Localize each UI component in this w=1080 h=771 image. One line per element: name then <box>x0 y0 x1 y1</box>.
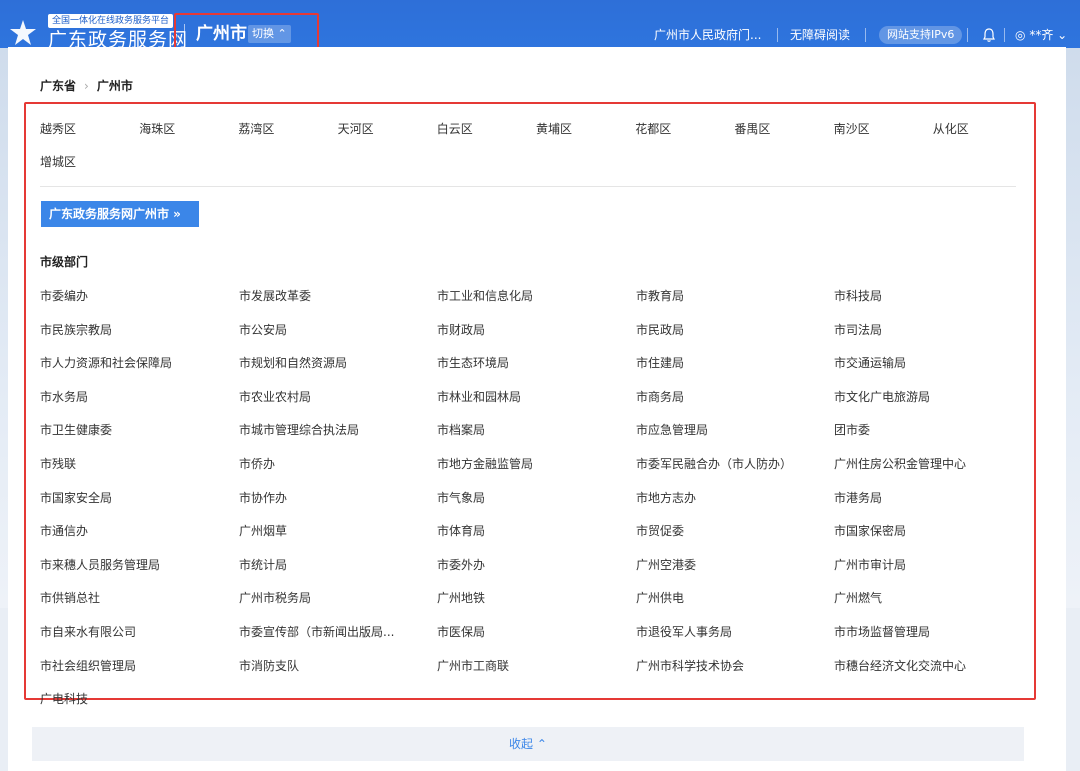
department-link[interactable]: 市生态环境局 <box>437 354 509 372</box>
department-link[interactable]: 市教育局 <box>636 287 684 305</box>
department-link[interactable]: 市委宣传部（市新闻出版局... <box>239 623 394 641</box>
nav-separator <box>967 28 968 42</box>
department-link[interactable]: 市医保局 <box>437 623 485 641</box>
department-link[interactable]: 广电科技 <box>40 690 88 708</box>
district-link[interactable]: 越秀区 <box>40 120 76 138</box>
department-link[interactable]: 市民政局 <box>636 321 684 339</box>
department-link[interactable]: 市国家安全局 <box>40 489 112 507</box>
district-link[interactable]: 增城区 <box>40 153 76 171</box>
department-link[interactable]: 市公安局 <box>239 321 287 339</box>
department-link[interactable]: 市自来水有限公司 <box>40 623 136 641</box>
district-link[interactable]: 黄埔区 <box>536 120 572 138</box>
department-link[interactable]: 市卫生健康委 <box>40 421 112 439</box>
district-link[interactable]: 白云区 <box>437 120 473 138</box>
department-link[interactable]: 市残联 <box>40 455 76 473</box>
collapse-label: 收起 <box>509 737 534 751</box>
district-link[interactable]: 海珠区 <box>139 120 175 138</box>
district-link[interactable]: 天河区 <box>338 120 374 138</box>
user-name: **齐 <box>1029 28 1054 42</box>
department-link[interactable]: 市档案局 <box>437 421 485 439</box>
district-link[interactable]: 从化区 <box>933 120 969 138</box>
breadcrumb-arrow-icon: › <box>84 79 89 93</box>
department-link[interactable]: 广州市税务局 <box>239 589 311 607</box>
department-link[interactable]: 市退役军人事务局 <box>636 623 732 641</box>
department-link[interactable]: 市司法局 <box>834 321 882 339</box>
department-link[interactable]: 广州住房公积金管理中心 <box>834 455 966 473</box>
chevron-up-icon: ⌃ <box>536 737 547 751</box>
department-link[interactable]: 市城市管理综合执法局 <box>239 421 359 439</box>
department-link[interactable]: 市穗台经济文化交流中心 <box>834 657 966 675</box>
department-link[interactable]: 市委编办 <box>40 287 88 305</box>
breadcrumb-province[interactable]: 广东省 <box>40 79 76 93</box>
department-link[interactable]: 广州市科学技术协会 <box>636 657 744 675</box>
department-link[interactable]: 市财政局 <box>437 321 485 339</box>
department-link[interactable]: 市文化广电旅游局 <box>834 388 930 406</box>
department-link[interactable]: 市民族宗教局 <box>40 321 112 339</box>
department-link[interactable]: 市农业农村局 <box>239 388 311 406</box>
department-link[interactable]: 市来穗人员服务管理局 <box>40 556 160 574</box>
breadcrumb: 广东省 › 广州市 <box>40 76 133 96</box>
nav-separator <box>1004 28 1005 42</box>
department-link[interactable]: 市气象局 <box>437 489 485 507</box>
department-link[interactable]: 市林业和园林局 <box>437 388 521 406</box>
nav-separator <box>777 28 778 42</box>
nav-separator <box>865 28 866 42</box>
platform-tag: 全国一体化在线政务服务平台 <box>48 14 174 28</box>
department-link[interactable]: 市供销总社 <box>40 589 100 607</box>
department-link[interactable]: 广州市审计局 <box>834 556 906 574</box>
department-link[interactable]: 市人力资源和社会保障局 <box>40 354 172 372</box>
department-link[interactable]: 市国家保密局 <box>834 522 906 540</box>
district-link[interactable]: 荔湾区 <box>238 120 274 138</box>
department-link[interactable]: 市水务局 <box>40 388 88 406</box>
department-link[interactable]: 市交通运输局 <box>834 354 906 372</box>
logo-emblem-icon <box>10 20 36 45</box>
ipv6-badge: 网站支持IPv6 <box>879 26 963 44</box>
department-link[interactable]: 市商务局 <box>636 388 684 406</box>
user-circle-icon: ◎ <box>1015 28 1026 42</box>
department-link[interactable]: 广州供电 <box>636 589 684 607</box>
department-link[interactable]: 广州空港委 <box>636 556 696 574</box>
department-link[interactable]: 市应急管理局 <box>636 421 708 439</box>
department-link[interactable]: 广州燃气 <box>834 589 882 607</box>
department-link[interactable]: 市协作办 <box>239 489 287 507</box>
department-link[interactable]: 广州烟草 <box>239 522 287 540</box>
department-link[interactable]: 市通信办 <box>40 522 88 540</box>
department-link[interactable]: 市统计局 <box>239 556 287 574</box>
department-link[interactable]: 市体育局 <box>437 522 485 540</box>
department-link[interactable]: 市侨办 <box>239 455 275 473</box>
department-link[interactable]: 市住建局 <box>636 354 684 372</box>
portal-city-button[interactable]: 广东政务服务网广州市 » <box>41 201 199 227</box>
divider <box>40 186 1016 187</box>
department-link[interactable]: 市港务局 <box>834 489 882 507</box>
department-link[interactable]: 市贸促委 <box>636 522 684 540</box>
accessible-reading-link[interactable]: 无障碍阅读 <box>790 25 850 45</box>
department-link[interactable]: 广州市工商联 <box>437 657 509 675</box>
department-link[interactable]: 市委军民融合办（市人防办） <box>636 455 792 473</box>
department-link[interactable]: 市科技局 <box>834 287 882 305</box>
department-link[interactable]: 市委外办 <box>437 556 485 574</box>
section-title: 市级部门 <box>40 255 89 269</box>
department-link[interactable]: 市市场监督管理局 <box>834 623 930 641</box>
gov-portal-link[interactable]: 广州市人民政府门... <box>654 25 761 45</box>
department-link[interactable]: 广州地铁 <box>437 589 485 607</box>
bell-icon[interactable] <box>981 27 997 43</box>
breadcrumb-city: 广州市 <box>96 79 133 93</box>
district-link[interactable]: 番禺区 <box>734 120 770 138</box>
department-link[interactable]: 市地方金融监管局 <box>437 455 533 473</box>
department-link[interactable]: 市发展改革委 <box>239 287 311 305</box>
chevron-down-icon: ⌄ <box>1057 28 1068 42</box>
district-link[interactable]: 花都区 <box>635 120 671 138</box>
department-link[interactable]: 市社会组织管理局 <box>40 657 136 675</box>
district-link[interactable]: 南沙区 <box>834 120 870 138</box>
department-link[interactable]: 市消防支队 <box>239 657 299 675</box>
user-menu[interactable]: ◎ **齐 ⌄ <box>1015 26 1067 44</box>
department-link[interactable]: 市规划和自然资源局 <box>239 354 347 372</box>
department-link[interactable]: 市工业和信息化局 <box>437 287 533 305</box>
department-link[interactable]: 市地方志办 <box>636 489 696 507</box>
collapse-button[interactable]: 收起 ⌃ <box>32 727 1024 761</box>
department-link[interactable]: 团市委 <box>834 421 870 439</box>
site-logo[interactable]: 全国一体化在线政务服务平台 广东政务服务网 <box>8 14 187 51</box>
